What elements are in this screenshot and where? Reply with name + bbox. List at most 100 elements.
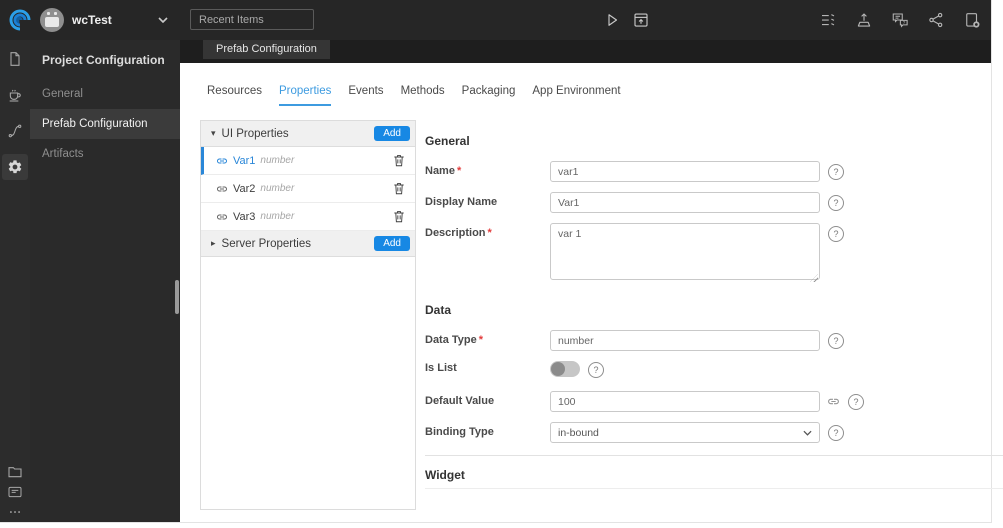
document-tabstrip: Prefab Configuration	[180, 40, 991, 63]
tab-methods[interactable]: Methods	[401, 85, 445, 106]
delete-trash-icon[interactable]	[392, 209, 406, 224]
queue-list-button[interactable]	[819, 11, 837, 29]
project-avatar[interactable]	[40, 8, 64, 32]
field-name: Name ?	[425, 161, 1003, 182]
tab-app-environment[interactable]: App Environment	[532, 85, 620, 106]
left-icon-rail	[0, 40, 30, 522]
feedback-chat-button[interactable]: ?	[891, 11, 909, 29]
sidebar-item-artifacts[interactable]: Artifacts	[30, 139, 180, 169]
files-icon[interactable]	[2, 46, 28, 72]
is-list-toggle[interactable]	[550, 361, 580, 377]
api-path-icon[interactable]	[2, 118, 28, 144]
server-properties-group-label: Server Properties	[221, 237, 312, 250]
help-icon[interactable]: ?	[848, 394, 864, 410]
project-chevron-down-icon[interactable]	[158, 17, 168, 23]
field-data-type: Data Type ?	[425, 330, 1003, 351]
preview-window-button[interactable]	[632, 11, 650, 29]
property-type: number	[260, 155, 295, 166]
property-type: number	[260, 183, 295, 194]
topbar-center-actions	[603, 11, 650, 29]
default-value-label: Default Value	[425, 395, 495, 407]
description-label: Description	[425, 223, 550, 239]
sidebar-title: Project Configuration	[42, 53, 165, 67]
export-project-button[interactable]	[963, 11, 981, 29]
app-window: wcTest Recent Items ? Project Configurat…	[0, 0, 1003, 523]
binding-type-value: in-bound	[558, 426, 599, 439]
field-description: Description var 1 ?	[425, 223, 1003, 285]
bind-link-icon	[216, 211, 228, 223]
sidebar-item-prefab-configuration[interactable]: Prefab Configuration	[30, 109, 180, 139]
run-play-button[interactable]	[603, 11, 621, 29]
help-icon[interactable]: ?	[828, 195, 844, 211]
section-title-data: Data	[425, 303, 452, 317]
section-divider	[425, 488, 1003, 489]
description-textarea[interactable]: var 1	[550, 223, 820, 280]
bind-link-icon	[216, 155, 228, 167]
help-icon[interactable]: ?	[828, 333, 844, 349]
properties-list-panel: ▾ UI Properties Add Var1 number Var2 num…	[200, 120, 416, 510]
tab-resources[interactable]: Resources	[207, 85, 262, 106]
more-options-icon[interactable]	[2, 502, 28, 522]
display-name-input[interactable]	[550, 192, 820, 213]
project-name[interactable]: wcTest	[72, 13, 112, 27]
default-value-input[interactable]	[550, 391, 820, 412]
add-server-property-button[interactable]: Add	[374, 236, 410, 251]
data-type-label: Data Type	[425, 330, 550, 346]
delete-trash-icon[interactable]	[392, 153, 406, 168]
field-display-name: Display Name ?	[425, 192, 1003, 213]
display-name-label: Display Name	[425, 196, 498, 208]
data-type-input[interactable]	[550, 330, 820, 351]
project-avatar-glyph	[45, 17, 59, 27]
help-icon[interactable]: ?	[828, 226, 844, 242]
help-icon[interactable]: ?	[828, 425, 844, 441]
settings-gear-icon[interactable]	[2, 154, 28, 180]
field-binding-type: Binding Type in-bound ?	[425, 422, 1003, 443]
property-name: Var1	[233, 154, 256, 167]
ui-properties-group-label: UI Properties	[221, 127, 289, 140]
name-input[interactable]	[550, 161, 820, 182]
chevron-down-icon	[803, 430, 812, 436]
property-row-var1[interactable]: Var1 number	[201, 147, 415, 175]
caret-right-icon: ▸	[211, 238, 216, 248]
server-properties-group-header[interactable]: ▸ Server Properties Add	[201, 231, 415, 257]
rail-bottom-actions	[2, 462, 28, 522]
help-icon[interactable]: ?	[588, 362, 604, 378]
is-list-label: Is List	[425, 362, 457, 374]
help-icon[interactable]: ?	[828, 164, 844, 180]
property-name: Var2	[233, 182, 256, 195]
delete-trash-icon[interactable]	[392, 181, 406, 196]
tab-properties[interactable]: Properties	[278, 85, 332, 106]
bind-link-icon[interactable]	[827, 395, 840, 408]
bind-link-icon	[216, 183, 228, 195]
binding-type-select[interactable]: in-bound	[550, 422, 820, 443]
doc-tab-prefab-configuration[interactable]: Prefab Configuration	[203, 40, 330, 59]
main-content: Resources Properties Events Methods Pack…	[180, 63, 1003, 522]
field-is-list: Is List ?	[425, 361, 1003, 378]
recent-items-input[interactable]	[190, 9, 314, 30]
toggle-knob	[551, 362, 565, 376]
tab-events[interactable]: Events	[348, 85, 383, 106]
publish-deploy-button[interactable]	[855, 11, 873, 29]
field-default-value: Default Value ?	[425, 391, 1003, 412]
sidebar-item-general[interactable]: General	[30, 79, 180, 109]
share-branch-button[interactable]	[927, 11, 945, 29]
section-title-general: General	[425, 134, 470, 148]
tab-packaging[interactable]: Packaging	[462, 85, 516, 106]
property-name: Var3	[233, 210, 256, 223]
topbar-right-actions: ?	[819, 11, 981, 29]
folder-icon[interactable]	[2, 462, 28, 482]
caret-down-icon: ▾	[211, 128, 216, 138]
wavemaker-logo-icon[interactable]	[8, 8, 32, 32]
section-title-widget: Widget	[425, 468, 465, 482]
property-row-var2[interactable]: Var2 number	[201, 175, 415, 203]
console-icon[interactable]	[2, 482, 28, 502]
add-ui-property-button[interactable]: Add	[374, 126, 410, 141]
sidebar-scrollbar-thumb[interactable]	[175, 280, 179, 314]
property-row-var3[interactable]: Var3 number	[201, 203, 415, 231]
property-form: General Name ? Display Name ? Descriptio…	[425, 120, 1003, 489]
property-type: number	[260, 211, 295, 222]
java-services-coffee-icon[interactable]	[2, 82, 28, 108]
name-label: Name	[425, 161, 550, 177]
ui-properties-group-header[interactable]: ▾ UI Properties Add	[201, 121, 415, 147]
avatar-dot	[54, 12, 57, 15]
